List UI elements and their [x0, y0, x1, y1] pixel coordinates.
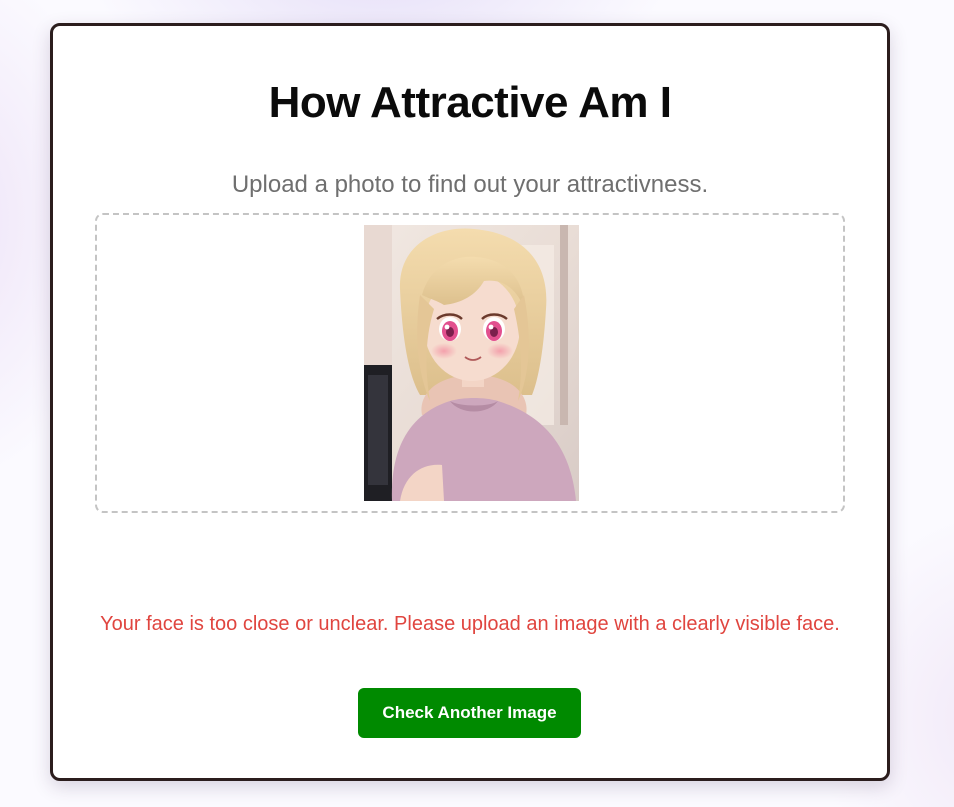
error-message: Your face is too close or unclear. Pleas…: [100, 613, 840, 635]
page-title: How Attractive Am I: [268, 78, 672, 127]
check-another-image-button[interactable]: Check Another Image: [358, 688, 581, 738]
page-subtitle: Upload a photo to find out your attracti…: [231, 171, 709, 198]
image-upload-dropzone[interactable]: [95, 213, 845, 513]
main-card: How Attractive Am I Upload a photo to fi…: [50, 23, 890, 781]
uploaded-image-preview: [364, 225, 579, 501]
